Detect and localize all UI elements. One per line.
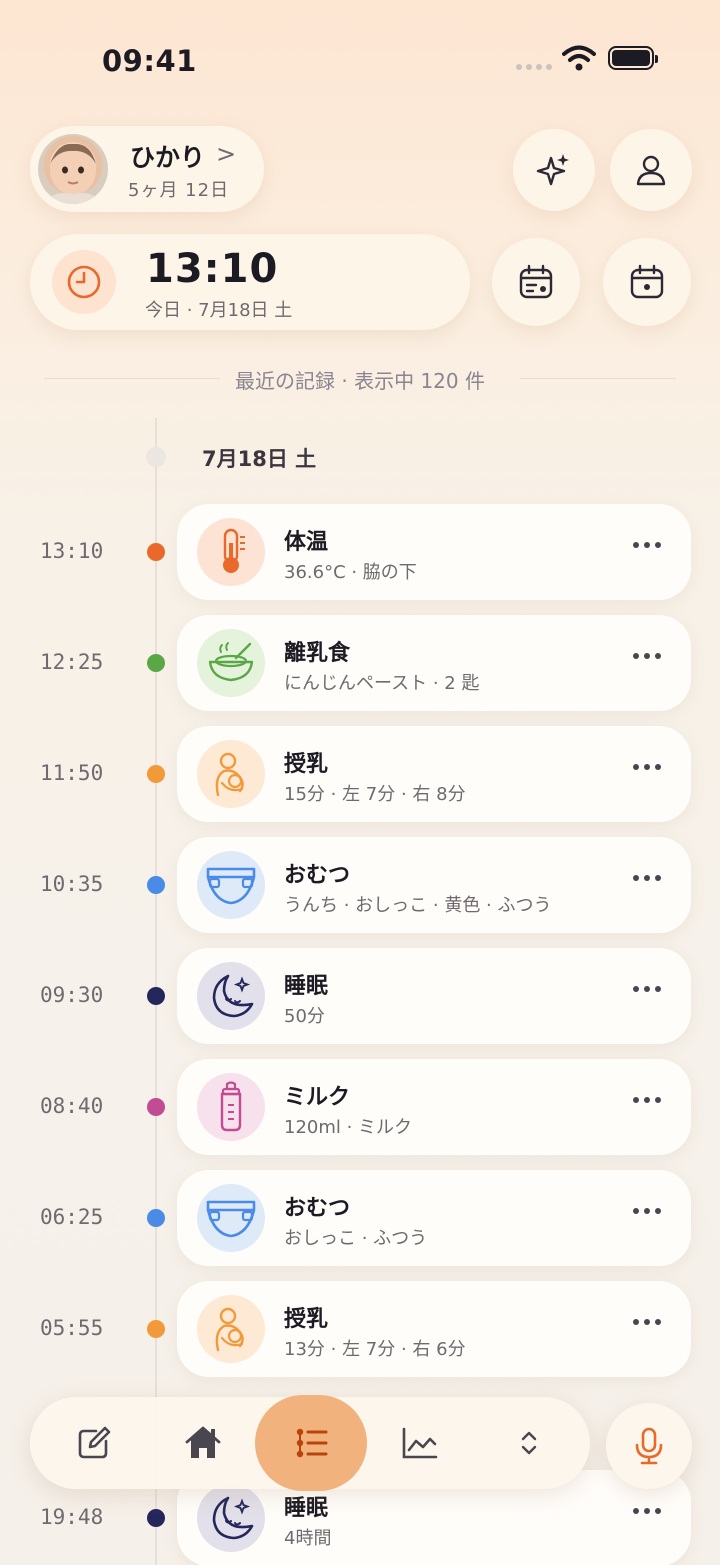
home-icon bbox=[185, 1426, 221, 1458]
more-options-icon[interactable] bbox=[633, 875, 661, 881]
record-card[interactable]: ミルク 120ml · ミルク bbox=[177, 1059, 691, 1155]
calendar-schedule-icon bbox=[519, 264, 553, 299]
baby-food-bowl-icon bbox=[197, 629, 265, 697]
record-title: ミルク bbox=[284, 1085, 351, 1110]
breastfeeding-icon bbox=[197, 740, 265, 808]
diaper-icon bbox=[197, 1184, 265, 1252]
current-date: 今日 · 7月18日 土 bbox=[145, 300, 293, 321]
record-detail: おしっこ · ふつう bbox=[284, 1228, 428, 1249]
timeline-dot bbox=[147, 543, 165, 561]
more-options-icon[interactable] bbox=[633, 1508, 661, 1514]
baby-bottle-icon bbox=[197, 1073, 265, 1141]
record-title: 睡眠 bbox=[284, 974, 329, 999]
more-options-icon[interactable] bbox=[633, 653, 661, 659]
nav-stats[interactable] bbox=[364, 1397, 476, 1489]
record-detail: 15分 · 左 7分 · 右 8分 bbox=[284, 784, 466, 805]
timeline-dot bbox=[147, 1209, 165, 1227]
expand-icon bbox=[521, 1431, 537, 1455]
record-time: 09:30 bbox=[40, 983, 104, 1007]
record-detail: 120ml · ミルク bbox=[284, 1117, 413, 1138]
more-options-icon[interactable] bbox=[633, 1319, 661, 1325]
record-title: 体温 bbox=[284, 530, 329, 555]
thermometer-icon bbox=[197, 518, 265, 586]
sleep-moon-icon bbox=[197, 962, 265, 1030]
record-card[interactable]: 体温 36.6°C · 脇の下 bbox=[177, 504, 691, 600]
date-dot bbox=[146, 447, 166, 467]
record-detail: 50分 bbox=[284, 1006, 325, 1027]
record-time: 05:55 bbox=[40, 1316, 104, 1340]
record-time: 19:48 bbox=[40, 1505, 104, 1529]
calendar-day-icon bbox=[630, 264, 664, 299]
record-title: 睡眠 bbox=[284, 1496, 329, 1521]
record-card[interactable]: 睡眠 50分 bbox=[177, 948, 691, 1044]
timeline-dot bbox=[147, 654, 165, 672]
baby-profile-selector[interactable]: ひかり > 5ヶ月 12日 bbox=[30, 126, 264, 212]
record-title: 授乳 bbox=[284, 752, 329, 777]
edit-icon bbox=[78, 1426, 111, 1459]
diaper-icon bbox=[197, 851, 265, 919]
record-card[interactable]: 離乳食にんじんペースト · 2 匙 bbox=[177, 615, 691, 711]
date-header: 7月18日 土 bbox=[202, 447, 317, 471]
clock-icon bbox=[52, 250, 116, 314]
record-detail: にんじんペースト · 2 匙 bbox=[284, 673, 480, 694]
record-time: 13:10 bbox=[40, 539, 104, 563]
current-time-card[interactable]: 13:10 今日 · 7月18日 土 bbox=[30, 234, 470, 330]
timeline-dot bbox=[147, 765, 165, 783]
calendar-button[interactable] bbox=[603, 238, 691, 326]
signal-icon bbox=[516, 64, 552, 70]
record-time: 12:25 bbox=[40, 650, 104, 674]
bottom-nav bbox=[30, 1395, 590, 1491]
breastfeeding-icon bbox=[197, 1295, 265, 1363]
account-button[interactable] bbox=[610, 129, 692, 211]
more-options-icon[interactable] bbox=[633, 1097, 661, 1103]
record-title: 離乳食 bbox=[284, 641, 351, 666]
chevron-right-icon: > bbox=[216, 140, 237, 168]
timeline-dot bbox=[147, 987, 165, 1005]
record-detail: 4時間 bbox=[284, 1528, 332, 1549]
current-time: 13:10 bbox=[146, 246, 279, 292]
nav-timeline[interactable] bbox=[255, 1397, 367, 1489]
record-title: おむつ bbox=[284, 1196, 351, 1221]
avatar bbox=[38, 134, 108, 204]
voice-input-button[interactable] bbox=[606, 1403, 692, 1489]
timeline-list-icon bbox=[296, 1428, 328, 1458]
wifi-icon bbox=[562, 44, 596, 76]
timeline-dot bbox=[147, 1098, 165, 1116]
record-title: 授乳 bbox=[284, 1307, 329, 1332]
sparkle-icon bbox=[536, 154, 569, 186]
baby-name: ひかり bbox=[130, 143, 206, 172]
timeline-dot bbox=[147, 1509, 165, 1527]
chart-icon bbox=[402, 1427, 438, 1459]
record-detail: うんち · おしっこ · 黄色 · ふつう bbox=[284, 895, 552, 916]
more-options-icon[interactable] bbox=[633, 764, 661, 770]
timeline-dot bbox=[147, 876, 165, 894]
record-time: 10:35 bbox=[40, 872, 104, 896]
nav-home[interactable] bbox=[147, 1397, 259, 1489]
record-card[interactable]: おむつうんち · おしっこ · 黄色 · ふつう bbox=[177, 837, 691, 933]
battery-icon bbox=[608, 46, 658, 70]
more-options-icon[interactable] bbox=[633, 542, 661, 548]
record-time: 06:25 bbox=[40, 1205, 104, 1229]
record-detail: 13分 · 左 7分 · 右 6分 bbox=[284, 1339, 466, 1360]
baby-age: 5ヶ月 12日 bbox=[128, 180, 230, 201]
sleep-moon-icon bbox=[197, 1484, 265, 1552]
timeline-dot bbox=[147, 1320, 165, 1338]
nav-record[interactable] bbox=[38, 1397, 150, 1489]
nav-more[interactable] bbox=[473, 1397, 585, 1489]
record-card[interactable]: 授乳 13分 · 左 7分 · 右 6分 bbox=[177, 1281, 691, 1377]
person-icon bbox=[636, 155, 666, 186]
microphone-icon bbox=[635, 1427, 663, 1465]
record-card[interactable]: 授乳 15分 · 左 7分 · 右 8分 bbox=[177, 726, 691, 822]
status-time: 09:41 bbox=[102, 44, 197, 78]
record-card[interactable]: おむつおしっこ · ふつう bbox=[177, 1170, 691, 1266]
ai-assistant-button[interactable] bbox=[513, 129, 595, 211]
record-detail: 36.6°C · 脇の下 bbox=[284, 562, 417, 583]
record-title: おむつ bbox=[284, 863, 351, 888]
more-options-icon[interactable] bbox=[633, 1208, 661, 1214]
record-time: 11:50 bbox=[40, 761, 104, 785]
recent-records-label: 最近の記録 · 表示中 120 件 bbox=[235, 369, 485, 393]
more-options-icon[interactable] bbox=[633, 986, 661, 992]
record-time: 08:40 bbox=[40, 1094, 104, 1118]
schedule-button[interactable] bbox=[492, 238, 580, 326]
